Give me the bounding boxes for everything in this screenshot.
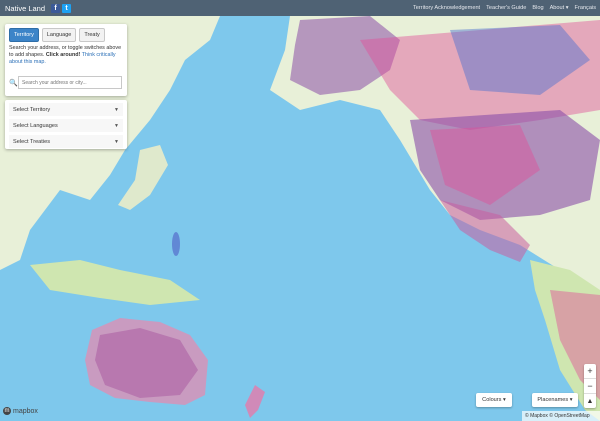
mapbox-icon: m [3,407,11,415]
top-navigation-bar: Native Land f t Territory Acknowledgemen… [0,0,600,16]
search-panel: Territory Language Treaty Search your ad… [5,24,127,96]
compass-button[interactable]: ▲ [584,394,596,408]
map-attribution[interactable]: © Mapbox © OpenStreetMap [522,411,600,421]
search-icon: 🔍 [9,79,18,87]
address-search-input[interactable] [18,76,122,89]
select-treaties[interactable]: Select Treaties ▼ [9,135,123,148]
select-territory[interactable]: Select Territory ▼ [9,103,123,116]
colours-dropdown[interactable]: Colours ▾ [476,393,512,407]
pacific-island-shape [172,232,180,256]
facebook-icon[interactable]: f [51,3,61,13]
layer-tabs: Territory Language Treaty [9,28,105,42]
nav-francais[interactable]: Français [575,5,596,11]
tab-treaty[interactable]: Treaty [79,28,105,42]
zoom-in-button[interactable]: + [584,364,596,379]
nav-territory-acknowledgement[interactable]: Territory Acknowledgement [413,5,480,11]
zoom-control: + − ▲ [584,364,596,408]
select-panel: Select Territory ▼ Select Languages ▼ Sele… [5,100,127,149]
chevron-down-icon: ▼ [114,138,119,145]
twitter-icon[interactable]: t [62,3,72,13]
nav-about[interactable]: About ▾ [550,5,569,11]
tab-territory[interactable]: Territory [9,28,39,42]
help-text: Search your address, or toggle switches … [9,45,122,65]
zoom-out-button[interactable]: − [584,379,596,394]
chevron-down-icon: ▼ [114,106,119,113]
tab-language[interactable]: Language [41,28,77,42]
select-languages[interactable]: Select Languages ▼ [9,119,123,132]
brand-title[interactable]: Native Land [5,4,45,13]
help-bold: Click around! [45,52,81,58]
nav-blog[interactable]: Blog [532,5,543,11]
address-search: 🔍 [9,76,122,89]
nav-teachers-guide[interactable]: Teacher's Guide [486,5,526,11]
chevron-down-icon: ▼ [114,122,119,129]
placenames-dropdown[interactable]: Placenames ▾ [532,393,578,407]
nav-links: Territory Acknowledgement Teacher's Guid… [413,5,596,11]
mapbox-logo[interactable]: m mapbox [3,407,38,415]
